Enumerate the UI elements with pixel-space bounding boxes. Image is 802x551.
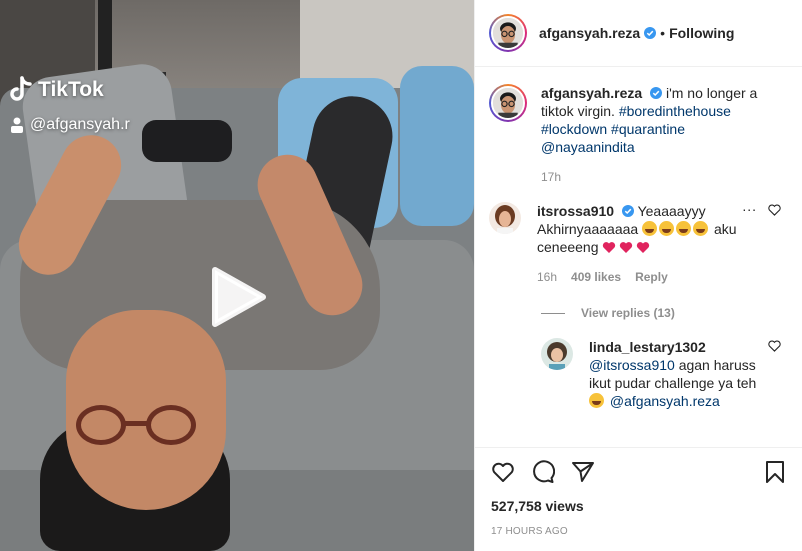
laughing-emoji-icon [676, 221, 692, 236]
separator-dot: • [660, 25, 666, 41]
tiktok-logo-text: TikTok [38, 78, 104, 101]
laughing-emoji-icon [642, 221, 658, 236]
more-options-icon[interactable]: ... [742, 198, 757, 214]
comment-username[interactable]: itsrossa910 [537, 203, 614, 219]
tiktok-username: @afgansyah.r [10, 116, 130, 134]
tiktok-watermark: TikTok [8, 76, 104, 104]
instagram-post: TikTok @afgansyah.r afgansyah.reza • Fol… [0, 0, 802, 551]
verified-icon [644, 27, 657, 39]
tiktok-icon [10, 76, 32, 101]
hashtag-link[interactable]: #boredinthehouse [619, 103, 731, 119]
view-count[interactable]: 527,758 views [475, 484, 802, 514]
comments-section[interactable]: afgansyah.reza i'm no longer a tiktok vi… [475, 68, 802, 446]
header-username[interactable]: afgansyah.reza [539, 25, 640, 41]
profile-photo [493, 18, 523, 48]
mention-link[interactable]: @nayaanindita [541, 139, 635, 155]
like-reply-heart-icon[interactable] [768, 340, 781, 352]
mention-link[interactable]: @itsrossa910 [589, 357, 675, 373]
mention-link[interactable]: @afgansyah.reza [610, 393, 720, 409]
hashtag-link[interactable]: #quarantine [611, 121, 685, 137]
comment-likes[interactable]: 409 likes [571, 268, 621, 286]
following-button[interactable]: Following [669, 25, 734, 41]
red-heart-emoji-icon [620, 242, 633, 253]
post-caption: afgansyah.reza i'm no longer a tiktok vi… [475, 68, 802, 156]
avatar[interactable] [489, 14, 527, 52]
reply-avatar[interactable] [541, 338, 573, 370]
heart-icon[interactable] [491, 460, 515, 484]
glasses [76, 405, 200, 449]
laughing-emoji-icon [589, 393, 604, 408]
hashtag-link[interactable]: #lockdown [541, 121, 607, 137]
laughing-emoji-icon [693, 221, 709, 236]
caption-avatar[interactable] [489, 84, 527, 122]
game-controller [142, 120, 232, 162]
laughing-emoji-icon [659, 221, 675, 236]
bookmark-icon[interactable] [763, 460, 787, 484]
comment-avatar[interactable] [489, 202, 521, 234]
comment-time[interactable]: 16h [537, 268, 557, 286]
user-icon [11, 117, 23, 133]
reply-item: linda_lestary1302 @itsrossa910 agan haru… [475, 320, 802, 410]
red-heart-emoji-icon [637, 242, 650, 253]
reply-username[interactable]: linda_lestary1302 [589, 339, 706, 355]
post-video[interactable]: TikTok @afgansyah.r [0, 0, 474, 551]
post-sidebar: afgansyah.reza • Following afgansyah.rez… [474, 0, 802, 551]
comment-meta: 16h 409 likes Reply [537, 268, 747, 286]
post-header: afgansyah.reza • Following [475, 0, 802, 67]
play-icon[interactable] [201, 262, 271, 332]
share-icon[interactable] [571, 460, 595, 484]
like-comment-heart-icon[interactable] [768, 204, 781, 216]
view-replies-button[interactable]: View replies (13) [541, 306, 802, 320]
caption-username[interactable]: afgansyah.reza [541, 85, 642, 101]
post-actions: 527,758 views 17 HOURS AGO [475, 447, 802, 551]
reply-button[interactable]: Reply [635, 268, 668, 286]
caption-time[interactable]: 17h [541, 170, 802, 184]
verified-icon [650, 87, 663, 99]
red-heart-emoji-icon [603, 242, 616, 253]
comment-icon[interactable] [531, 460, 555, 484]
verified-icon [621, 205, 634, 217]
post-age[interactable]: 17 HOURS AGO [475, 514, 802, 537]
comment-item: itsrossa910 Yeaaaayyy Akhirnyaaaaaaa aku… [475, 184, 802, 286]
